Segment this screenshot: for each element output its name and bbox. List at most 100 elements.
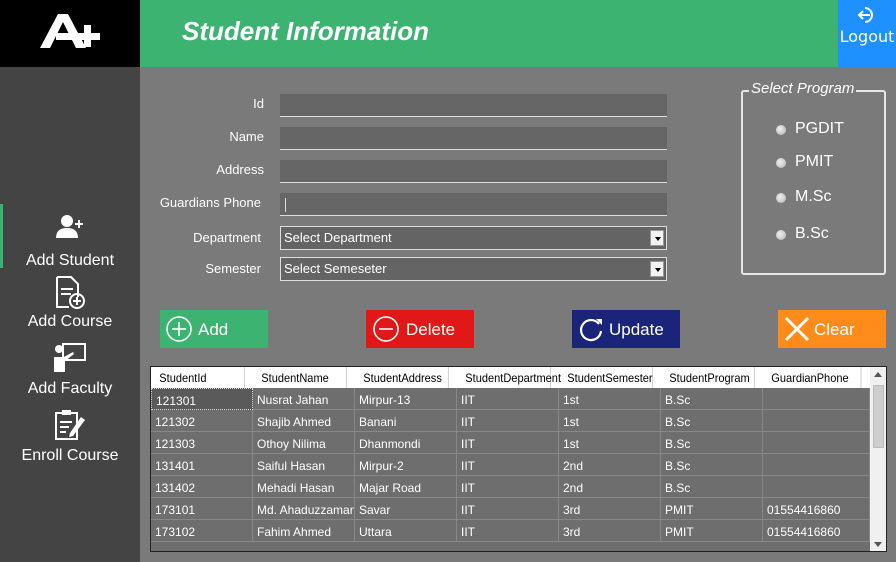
table-cell[interactable]: Saiful Hasan (253, 454, 355, 476)
table-cell[interactable]: Othoy Nilima (253, 432, 355, 454)
id-field[interactable] (280, 94, 667, 117)
table-cell[interactable] (763, 432, 870, 454)
delete-button[interactable]: Delete (366, 310, 474, 348)
table-row[interactable]: 173102 Fahim Ahmed Uttara IIT 3rd PMIT 0… (151, 520, 870, 542)
table-row[interactable]: 131402 Mehadi Hasan Majar Road IIT 2nd B… (151, 476, 870, 498)
table-cell[interactable]: IIT (457, 432, 559, 454)
table-cell[interactable]: 173101 (151, 498, 253, 520)
table-cell[interactable]: Banani (355, 410, 457, 432)
chevron-down-icon[interactable] (650, 261, 664, 277)
table-cell[interactable]: Mirpur-13 (355, 388, 457, 410)
table-cell[interactable]: 2nd (559, 454, 661, 476)
table-row[interactable]: 121301 Nusrat Jahan Mirpur-13 IIT 1st B.… (151, 388, 870, 410)
close-icon (784, 316, 810, 342)
text-caret (285, 198, 286, 212)
table-cell[interactable]: 121303 (151, 432, 253, 454)
column-header[interactable]: StudentId (151, 367, 245, 388)
column-header[interactable]: GuardianPhone (763, 367, 862, 388)
table-cell[interactable]: 3rd (559, 498, 661, 520)
radio-pgdit[interactable]: PGDIT (776, 120, 886, 142)
table-cell[interactable]: 01554416860 (763, 520, 870, 542)
name-field[interactable] (280, 127, 667, 150)
column-header[interactable]: StudentProgram (661, 367, 755, 388)
clear-button[interactable]: Clear (778, 310, 886, 348)
table-cell[interactable]: Md. Ahaduzzaman (253, 498, 355, 520)
table-cell[interactable]: Majar Road (355, 476, 457, 498)
table-cell[interactable]: Mirpur-2 (355, 454, 457, 476)
delete-button-label: Delete (406, 320, 456, 339)
department-select[interactable]: Select Department (280, 226, 667, 250)
table-cell[interactable]: 01554416860 (763, 498, 870, 520)
table-cell[interactable]: IIT (457, 476, 559, 498)
address-field[interactable] (280, 160, 667, 183)
minus-circle-icon (373, 316, 399, 342)
table-cell[interactable]: Nusrat Jahan (253, 388, 355, 410)
table-cell[interactable]: B.Sc (661, 388, 763, 410)
table-cell[interactable]: 3rd (559, 520, 661, 542)
table-row[interactable]: 173101 Md. Ahaduzzaman Savar IIT 3rd PMI… (151, 498, 870, 520)
radio-label: M.Sc (795, 188, 832, 205)
table-cell[interactable]: 1st (559, 432, 661, 454)
table-cell[interactable]: IIT (457, 410, 559, 432)
sidebar-item-add-faculty[interactable]: Add Faculty (0, 340, 140, 402)
table-cell[interactable]: 1st (559, 388, 661, 410)
table-cell[interactable]: 173102 (151, 520, 253, 542)
column-header[interactable]: StudentDepartment (457, 367, 561, 388)
semester-select-value: Select Semeseter (284, 261, 387, 276)
radio-bsc[interactable]: B.Sc (776, 225, 886, 247)
table-cell[interactable]: 121301 (151, 388, 253, 410)
table-cell[interactable]: Uttara (355, 520, 457, 542)
table-cell[interactable] (763, 454, 870, 476)
table-cell[interactable]: 131401 (151, 454, 253, 476)
table-cell[interactable]: Mehadi Hasan (253, 476, 355, 498)
sidebar-item-add-course[interactable]: Add Course (0, 273, 140, 335)
address-label: Address (216, 162, 264, 177)
table-cell[interactable]: Fahim Ahmed (253, 520, 355, 542)
table-cell[interactable]: IIT (457, 388, 559, 410)
table-cell[interactable]: IIT (457, 520, 559, 542)
table-cell[interactable] (763, 410, 870, 432)
table-cell[interactable]: IIT (457, 454, 559, 476)
add-button[interactable]: Add (160, 310, 268, 348)
semester-select[interactable]: Select Semeseter (280, 257, 667, 281)
update-button[interactable]: Update (572, 310, 680, 348)
radio-pmit[interactable]: PMIT (776, 153, 886, 175)
table-cell[interactable]: B.Sc (661, 476, 763, 498)
sidebar-item-enroll-course[interactable]: Enroll Course (0, 407, 140, 469)
table-cell[interactable]: IIT (457, 498, 559, 520)
table-cell[interactable]: 1st (559, 410, 661, 432)
logout-button[interactable]: Logout (838, 0, 896, 67)
table-cell[interactable] (763, 476, 870, 498)
table-cell[interactable]: Savar (355, 498, 457, 520)
table-cell[interactable]: Shajib Ahmed (253, 410, 355, 432)
sidebar-item-add-student[interactable]: Add Student (0, 204, 140, 274)
table-cell[interactable]: B.Sc (661, 454, 763, 476)
chevron-down-icon[interactable] (650, 230, 664, 246)
table-cell[interactable]: PMIT (661, 520, 763, 542)
table-cell[interactable]: Dhanmondi (355, 432, 457, 454)
column-header[interactable]: StudentName (253, 367, 347, 388)
table-cell[interactable] (763, 388, 870, 410)
page-title: Student Information (182, 16, 429, 46)
radio-icon (776, 230, 786, 240)
scroll-down-icon[interactable] (874, 542, 882, 547)
teacher-board-icon (54, 343, 86, 372)
table-cell[interactable]: B.Sc (661, 432, 763, 454)
table-row[interactable]: 121302 Shajib Ahmed Banani IIT 1st B.Sc (151, 410, 870, 432)
refresh-icon (579, 318, 603, 342)
table-cell[interactable]: 121302 (151, 410, 253, 432)
table-row[interactable]: 131401 Saiful Hasan Mirpur-2 IIT 2nd B.S… (151, 454, 870, 476)
table-cell[interactable]: 131402 (151, 476, 253, 498)
radio-msc[interactable]: M.Sc (776, 188, 886, 210)
column-header[interactable]: StudentAddress (355, 367, 449, 388)
table-cell[interactable]: 2nd (559, 476, 661, 498)
table-cell[interactable]: B.Sc (661, 410, 763, 432)
guardian-phone-field[interactable] (280, 193, 667, 216)
column-header[interactable]: StudentSemester (559, 367, 653, 388)
scroll-up-icon[interactable] (874, 372, 882, 377)
scroll-thumb[interactable] (873, 385, 884, 448)
table-scrollbar[interactable] (870, 367, 886, 551)
student-table[interactable]: StudentId StudentName StudentAddress Stu… (150, 366, 887, 552)
table-cell[interactable]: PMIT (661, 498, 763, 520)
table-row[interactable]: 121303 Othoy Nilima Dhanmondi IIT 1st B.… (151, 432, 870, 454)
